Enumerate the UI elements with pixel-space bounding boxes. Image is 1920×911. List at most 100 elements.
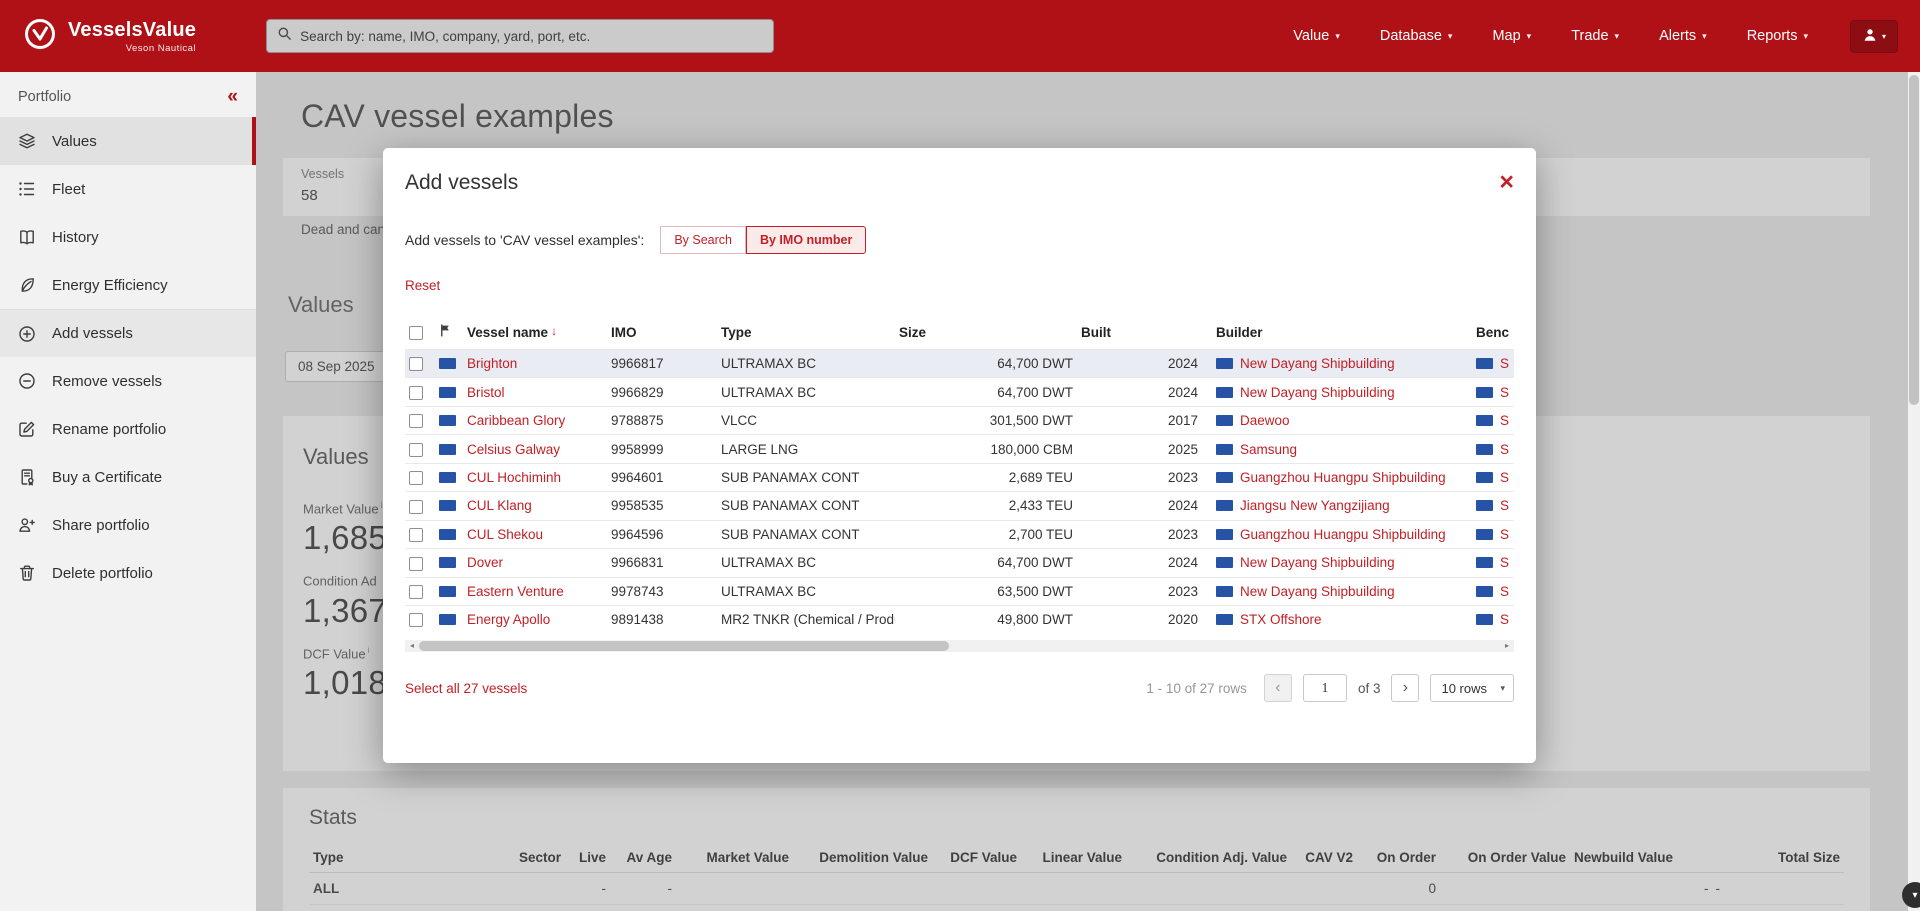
builder-link[interactable]: Samsung [1240,442,1297,457]
vessel-row[interactable]: Celsius Galway 9958999 LARGE LNG 180,000… [405,434,1514,464]
rows-per-page-select[interactable]: 10 rows [1430,674,1514,703]
benchmark-link[interactable]: S [1500,527,1509,542]
column-header-vessel-name[interactable]: Vessel name ↓ [463,315,607,350]
builder-link[interactable]: Daewoo [1240,413,1290,428]
builder-link[interactable]: STX Offshore [1240,612,1322,627]
next-page-button[interactable]: › [1391,674,1420,703]
vessel-name-link[interactable]: Eastern Venture [467,584,564,599]
column-header-builder[interactable]: Builder [1202,315,1462,350]
vessel-name-link[interactable]: Energy Apollo [467,612,550,627]
nav-item[interactable]: Alerts [1659,28,1707,44]
sidebar-item[interactable]: Share portfolio [0,501,256,549]
add-mode-tab[interactable]: By IMO number [745,226,867,254]
builder-link[interactable]: Jiangsu New Yangzijiang [1240,498,1390,513]
page-number-input[interactable] [1302,674,1347,703]
scroll-right-icon[interactable]: ▸ [1500,640,1514,653]
row-checkbox[interactable] [409,528,423,543]
vessel-row[interactable]: Brighton 9966817 ULTRAMAX BC 64,700 DWT … [405,348,1514,378]
vessel-row[interactable]: Bristol 9966829 ULTRAMAX BC 64,700 DWT 2… [405,377,1514,407]
prev-page-button[interactable]: ‹ [1263,674,1292,703]
add-mode-tab[interactable]: By Search [660,226,746,254]
sidebar-item[interactable]: Energy Efficiency [0,261,256,309]
nav-item[interactable]: Map [1492,28,1531,44]
builder-link[interactable]: Guangzhou Huangpu Shipbuilding [1240,470,1446,485]
nav-item[interactable]: Database [1380,28,1453,44]
sidebar-item[interactable]: Delete portfolio [0,549,256,597]
benchmark-link[interactable]: S [1500,385,1509,400]
vessel-built: 2024 [1077,548,1202,577]
column-header-imo[interactable]: IMO [607,315,717,350]
row-checkbox[interactable] [409,385,423,400]
reset-link[interactable]: Reset [405,278,440,293]
vessel-row[interactable]: Dover 9966831 ULTRAMAX BC 64,700 DWT 202… [405,548,1514,577]
benchmark-link[interactable]: S [1500,356,1509,371]
horizontal-scrollbar[interactable]: ◂ ▸ [405,640,1514,653]
sidebar-item[interactable]: Remove vessels [0,357,256,405]
vessel-name-link[interactable]: CUL Klang [467,498,532,513]
vessel-size: 180,000 CBM [895,434,1077,464]
column-header-type[interactable]: Type [717,315,895,350]
vessel-row[interactable]: CUL Hochiminh 9964601 SUB PANAMAX CONT 2… [405,462,1514,492]
vessel-row[interactable]: Caribbean Glory 9788875 VLCC 301,500 DWT… [405,405,1514,435]
select-all-link[interactable]: Select all 27 vessels [405,681,527,696]
benchmark-link[interactable]: S [1500,555,1509,570]
vesselsvalue-logo[interactable]: VesselsValue Veson Nautical [22,16,196,57]
page-scrollbar[interactable]: ▾ [1902,72,1920,911]
user-menu-button[interactable]: ▾ [1850,19,1898,53]
search-input[interactable] [300,28,764,44]
builder-link[interactable]: New Dayang Shipbuilding [1240,555,1395,570]
builder-link[interactable]: Guangzhou Huangpu Shipbuilding [1240,527,1446,542]
benchmark-link[interactable]: S [1500,498,1509,513]
row-checkbox[interactable] [409,613,423,628]
row-checkbox[interactable] [409,584,423,599]
column-header-built[interactable]: Built [1077,315,1202,350]
vesselsvalue-logo-icon [22,16,58,57]
row-checkbox[interactable] [409,414,423,429]
sidebar-item-label: Buy a Certificate [52,468,163,486]
row-checkbox[interactable] [409,556,423,571]
nav-item[interactable]: Trade [1571,28,1619,44]
nav-item[interactable]: Value [1293,28,1340,44]
sidebar-item[interactable]: Fleet [0,165,256,213]
sidebar-item[interactable]: Add vessels [0,309,256,357]
sidebar-item[interactable]: History [0,213,256,261]
builder-link[interactable]: New Dayang Shipbuilding [1240,385,1395,400]
vessel-row[interactable]: CUL Klang 9958535 SUB PANAMAX CONT 2,433… [405,491,1514,521]
close-icon[interactable]: × [1499,170,1514,195]
vessel-name-link[interactable]: Celsius Galway [467,442,560,457]
sidebar-item[interactable]: Buy a Certificate [0,453,256,501]
benchmark-link[interactable]: S [1500,584,1509,599]
vessel-name-link[interactable]: Bristol [467,385,505,400]
horizontal-scrollbar-thumb[interactable] [419,641,949,652]
sidebar-item[interactable]: Values [0,117,256,165]
vessel-name-link[interactable]: CUL Hochiminh [467,470,561,485]
benchmark-link[interactable]: S [1500,413,1509,428]
column-header-size[interactable]: Size [895,315,1077,350]
nav-item[interactable]: Reports [1747,28,1808,44]
benchmark-link[interactable]: S [1500,612,1509,627]
vessel-name-link[interactable]: CUL Shekou [467,527,543,542]
sidebar-item[interactable]: Rename portfolio [0,405,256,453]
select-all-checkbox[interactable] [409,325,423,340]
row-checkbox[interactable] [409,442,423,457]
vessel-name-link[interactable]: Caribbean Glory [467,413,565,428]
vessel-row[interactable]: Eastern Venture 9978743 ULTRAMAX BC 63,5… [405,576,1514,606]
vessel-flag-icon [439,443,456,455]
builder-link[interactable]: New Dayang Shipbuilding [1240,584,1395,599]
collapse-sidebar-icon[interactable]: « [227,87,238,106]
row-checkbox[interactable] [409,471,423,486]
column-header-benchmark[interactable]: Benc [1462,315,1514,350]
page-scrollbar-thumb[interactable] [1909,75,1919,405]
vessel-name-link[interactable]: Dover [467,555,503,570]
vessel-row[interactable]: CUL Shekou 9964596 SUB PANAMAX CONT 2,70… [405,519,1514,549]
benchmark-link[interactable]: S [1500,470,1509,485]
builder-flag-icon [1216,358,1233,370]
vessel-name-link[interactable]: Brighton [467,356,517,371]
row-checkbox[interactable] [409,499,423,514]
scroll-left-icon[interactable]: ◂ [405,640,419,653]
vessel-row[interactable]: Energy Apollo 9891438 MR2 TNKR (Chemical… [405,604,1514,634]
row-checkbox[interactable] [409,357,423,372]
benchmark-link[interactable]: S [1500,442,1509,457]
vessel-flag-icon [439,415,456,427]
builder-link[interactable]: New Dayang Shipbuilding [1240,356,1395,371]
